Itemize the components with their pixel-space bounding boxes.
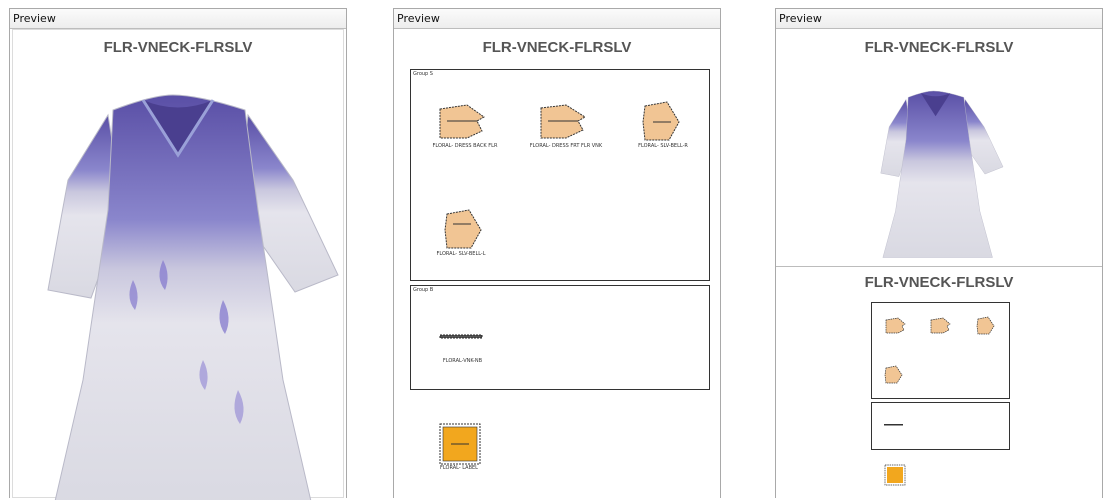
preview-heading: FLR-VNECK-FLRSLV: [482, 39, 632, 56]
pattern-piece[interactable]: [884, 365, 904, 385]
pattern-piece[interactable]: [884, 317, 906, 335]
pattern-piece[interactable]: [929, 317, 951, 335]
divider: [776, 266, 1102, 267]
panel-title: Preview: [776, 9, 1102, 29]
panel-title: Preview: [10, 9, 346, 29]
pattern-piece[interactable]: [443, 208, 483, 252]
pattern-piece[interactable]: [884, 423, 904, 427]
preview-panel-3: Preview FLR-VNECK-FLRSLV FLR-VNECK-FLRSL…: [775, 8, 1103, 498]
preview-panel-1: Preview FLR-VNECK-FLRSLV: [9, 8, 347, 500]
preview-heading-bottom: FLR-VNECK-FLRSLV: [864, 274, 1014, 291]
piece-label: FLORAL- DRESS BACK FLR: [432, 143, 498, 149]
marker-group-s: Group S FLORAL- DRESS BACK FLR FLORAL- D…: [410, 69, 710, 281]
marker-group-s-small: [871, 302, 1010, 399]
label-piece[interactable]: [438, 422, 482, 468]
preview-panel-2: Preview FLR-VNECK-FLRSLV Group S FLORAL-…: [393, 8, 721, 498]
label-piece[interactable]: [884, 464, 906, 486]
pattern-piece[interactable]: [641, 100, 681, 144]
piece-label: FLORAL- SLV-BELL-R: [638, 143, 688, 149]
piece-label: FLORAL- SLV-BELL-L: [436, 251, 486, 257]
pattern-piece[interactable]: [538, 103, 588, 141]
preview-area: FLR-VNECK-FLRSLV: [12, 29, 344, 500]
piece-label: FLORAL- LABEL: [440, 465, 478, 471]
preview-heading-top: FLR-VNECK-FLRSLV: [864, 39, 1014, 56]
piece-label: FLORAL-VNK-NB: [442, 358, 483, 364]
preview-heading: FLR-VNECK-FLRSLV: [103, 39, 253, 56]
dress-render: [47, 94, 339, 500]
piece-label: FLORAL- DRESS FRT FLR VNK: [529, 143, 603, 149]
dress-render-small: [880, 90, 1004, 258]
pattern-piece[interactable]: [437, 103, 487, 141]
pattern-piece[interactable]: [976, 316, 996, 336]
panel-title: Preview: [394, 9, 720, 29]
pattern-piece[interactable]: [439, 334, 485, 340]
group-label: Group S: [413, 71, 433, 77]
marker-group-b: Group B FLORAL-VNK-NB: [410, 285, 710, 390]
marker-group-b-small: [871, 402, 1010, 450]
group-label: Group B: [413, 287, 434, 293]
